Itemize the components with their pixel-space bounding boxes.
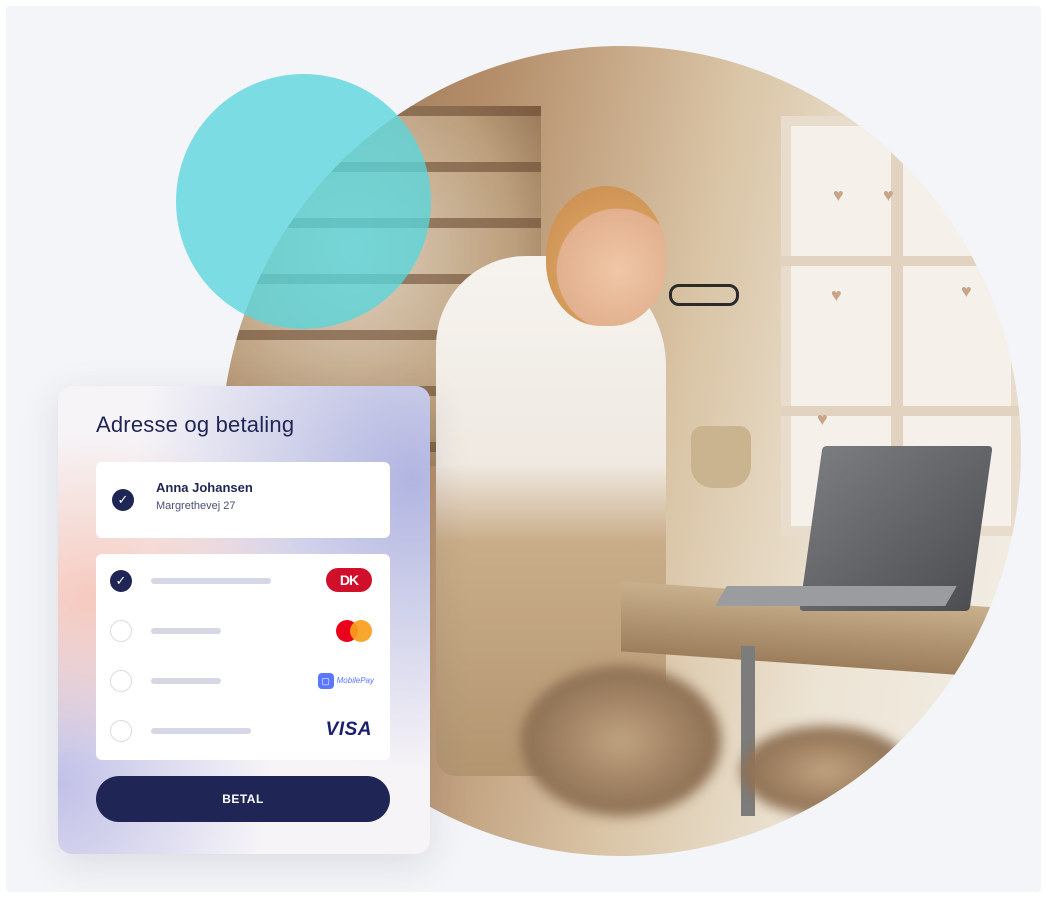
woman-head [546, 186, 666, 326]
visa-logo-icon: VISA [325, 719, 372, 740]
blurred-bowl [521, 666, 721, 816]
placeholder-bar [151, 678, 221, 684]
heart-decoration-icon: ♥ [883, 185, 894, 205]
placeholder-bar [151, 728, 251, 734]
heart-decoration-icon: ♥ [817, 409, 828, 429]
payment-option-mobilepay[interactable]: ▢ MobilePay [96, 656, 390, 704]
heart-decoration-icon: ♥ [831, 285, 842, 305]
payment-option-visa[interactable]: VISA [96, 706, 390, 754]
radio-button[interactable] [110, 620, 132, 642]
ceramic-mug [691, 426, 751, 488]
dankort-logo-icon: DK [326, 568, 372, 592]
address-name: Anna Johansen [156, 480, 253, 495]
address-street: Margrethevej 27 [156, 500, 236, 512]
checkout-card: Adresse og betaling ✓ Anna Johansen Marg… [58, 386, 430, 854]
radio-button[interactable] [110, 720, 132, 742]
payment-methods: ✓ DK ▢ MobilePay VISA [96, 554, 390, 760]
blurred-bowl [741, 726, 911, 816]
laptop-keyboard [715, 586, 957, 606]
heart-decoration-icon: ♥ [961, 281, 972, 301]
address-option[interactable]: ✓ Anna Johansen Margrethevej 27 [96, 462, 390, 538]
checkmark-icon: ✓ [110, 570, 132, 592]
radio-button[interactable] [110, 670, 132, 692]
placeholder-bar [151, 628, 221, 634]
payment-option-mastercard[interactable] [96, 606, 390, 654]
checkmark-icon: ✓ [112, 489, 134, 511]
card-title: Adresse og betaling [96, 412, 295, 437]
hero-illustration: ♥ ♥ ♥ ♥ ♥ Adresse og betaling ✓ Anna Joh… [6, 6, 1041, 892]
pay-button[interactable]: BETAL [96, 776, 390, 822]
mastercard-logo-icon [336, 620, 372, 642]
heart-decoration-icon: ♥ [833, 185, 844, 205]
glasses [669, 284, 739, 306]
mobilepay-logo-icon: ▢ MobilePay [317, 670, 374, 692]
placeholder-bar [151, 578, 271, 584]
payment-option-dankort[interactable]: ✓ DK [96, 556, 390, 604]
teal-circle-decoration [176, 74, 431, 329]
